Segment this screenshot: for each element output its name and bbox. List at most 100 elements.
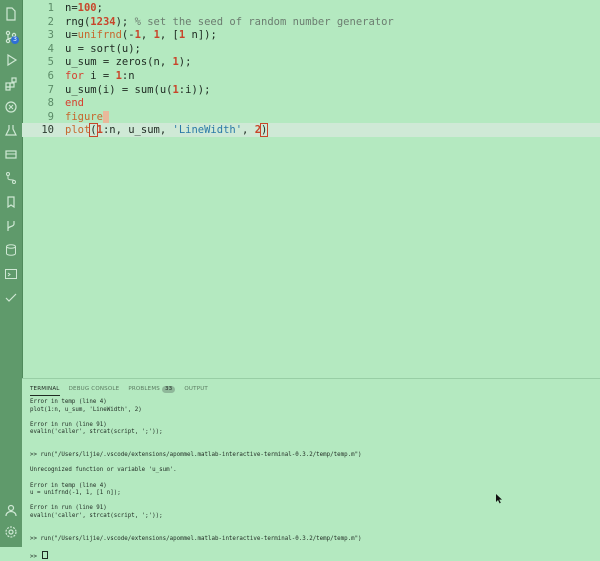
explorer-icon[interactable] — [3, 6, 19, 22]
database-icon[interactable] — [3, 242, 19, 258]
code-token: u= — [65, 29, 78, 42]
code-token: ); — [115, 15, 135, 28]
code-line[interactable]: 6 for i = 1:n — [22, 69, 600, 83]
line-number: 7 — [47, 83, 54, 96]
code-line[interactable]: 4 u = sort(u); — [22, 42, 600, 56]
terminal-cursor — [42, 550, 49, 559]
code-token: plot — [65, 124, 91, 137]
terminal-line: >> — [30, 550, 592, 560]
tab-label: OUTPUT — [184, 386, 208, 392]
code-token: n]); — [185, 29, 217, 42]
settings-icon[interactable] — [3, 524, 19, 540]
code-token: rng( — [65, 15, 91, 28]
code-text: u = sort(u); — [65, 42, 141, 56]
line-number: 2 — [47, 15, 54, 28]
testing-icon[interactable] — [3, 122, 19, 138]
code-line[interactable]: 8 end — [22, 96, 600, 110]
code-token: % set the seed of random number generato… — [134, 15, 394, 28]
terminal-line-text: Error in run (line 91) — [30, 421, 107, 428]
terminal-line-text: evalin('caller', strcat(script, ';')); — [30, 512, 163, 519]
code-token: :n — [121, 70, 135, 82]
terminal-line: >> run("/Users/lijie/.vscode/extensions/… — [30, 452, 592, 460]
tab-output[interactable]: OUTPUT — [184, 383, 208, 395]
terminal-line: plot(1:n, u_sum, 'LineWidth', 2) — [30, 407, 592, 415]
terminal-icon[interactable] — [3, 266, 19, 282]
remote-icon[interactable] — [3, 99, 19, 115]
code-token: , — [140, 29, 154, 42]
bottom-panel: TERMINAL DEBUG CONSOLE PROBLEMS 33 OUTPUT Er… — [22, 378, 600, 560]
terminal-line-text: Error in temp (line 4) — [30, 482, 107, 489]
line-number: 6 — [47, 70, 54, 82]
code-line[interactable]: 3 u=unifrnd(-1, 1, [1 n]); — [22, 28, 600, 42]
code-token: , [ — [159, 29, 179, 42]
code-line[interactable]: 1 n=100; — [22, 1, 600, 15]
code-line[interactable]: 10 plot(1:n, u_sum, 'LineWidth', 2) — [22, 123, 600, 138]
terminal-line-text: plot(1:n, u_sum, 'LineWidth', 2) — [30, 406, 142, 413]
terminal-line-text: evalin('caller', strcat(script, ';')); — [30, 429, 163, 436]
terminal-line: evalin('caller', strcat(script, ';')); — [30, 429, 592, 437]
problems-count-badge: 33 — [161, 386, 176, 393]
code-token: n= — [65, 2, 78, 14]
tab-terminal[interactable]: TERMINAL — [30, 383, 60, 396]
terminal-output[interactable]: Error in temp (line 4) plot(1:n, u_sum, '… — [30, 399, 592, 560]
mouse-pointer-icon — [496, 494, 502, 504]
bookmarks-icon[interactable] — [3, 194, 19, 210]
code-token: 100 — [77, 2, 97, 14]
code-text: n=100; — [65, 1, 103, 15]
terminal-line-text: u = unifrnd(-1, 1, [1 n]); — [30, 490, 121, 497]
code-token: figure — [65, 110, 103, 123]
terminal-line: >> run("/Users/lijie/.vscode/extensions/… — [30, 536, 592, 544]
run-debug-icon[interactable] — [3, 52, 19, 68]
code-token: :n, u_sum, — [102, 124, 173, 137]
code-token: end — [65, 97, 84, 110]
code-token: 1234 — [90, 15, 116, 28]
code-token: for — [65, 70, 84, 82]
code-token — [102, 110, 110, 123]
git-graph-icon[interactable] — [3, 170, 19, 186]
extensions-icon[interactable] — [3, 76, 19, 92]
code-line[interactable]: 2 rng(1234); % set the seed of random num… — [22, 15, 600, 29]
line-number: 10 — [41, 124, 54, 137]
code-token: i = — [83, 70, 116, 82]
code-token: , — [242, 124, 255, 137]
code-line[interactable]: 9 figure — [22, 110, 600, 124]
tab-label: DEBUG CONSOLE — [68, 386, 120, 392]
code-text: for i = 1:n — [65, 69, 135, 83]
terminal-line-text: >> — [30, 553, 41, 560]
code-token: unifrnd — [77, 29, 122, 42]
account-icon[interactable] — [3, 502, 19, 518]
line-number: 8 — [47, 97, 54, 110]
terminal-line-text: Unrecognized function or variable 'u_sum… — [30, 467, 177, 474]
terminal-line: evalin('caller', strcat(script, ';')); — [30, 513, 592, 521]
terminal-line-text: >> run("/Users/lijie/.vscode/extensions/… — [30, 452, 362, 459]
code-text: plot(1:n, u_sum, 'LineWidth', 2) — [65, 123, 269, 138]
terminal-line: Unrecognized function or variable 'u_sum… — [30, 467, 592, 475]
code-token: u_sum = zeros(n, — [65, 56, 173, 69]
code-token: u_sum(i) = sum(u( — [65, 83, 173, 96]
terminal-line-text: Error in temp (line 4) — [30, 399, 107, 405]
code-editor[interactable]: 1 n=100; 2 rng(1234); % set the seed of ran… — [22, 0, 600, 378]
terminal-line-text: >> run("/Users/lijie/.vscode/extensions/… — [30, 535, 362, 542]
tab-problems[interactable]: PROBLEMS 33 — [128, 383, 176, 395]
check-icon[interactable] — [3, 290, 19, 306]
code-token: :i)); — [178, 83, 211, 96]
source-control-badge: 3 — [11, 36, 19, 44]
line-number: 3 — [47, 29, 54, 42]
code-token: ); — [178, 56, 192, 69]
code-line[interactable]: 5 u_sum = zeros(n, 1); — [22, 55, 600, 69]
code-line[interactable]: 7 u_sum(i) = sum(u(1:i)); — [22, 83, 600, 97]
code-token: 'LineWidth' — [172, 124, 243, 137]
branch-icon[interactable] — [3, 218, 19, 234]
terminal-line-text: Error in run (line 91) — [30, 505, 107, 512]
docker-icon[interactable] — [3, 146, 19, 162]
tab-debug-console[interactable]: DEBUG CONSOLE — [69, 383, 120, 395]
code-text: u_sum = zeros(n, 1); — [65, 55, 191, 69]
